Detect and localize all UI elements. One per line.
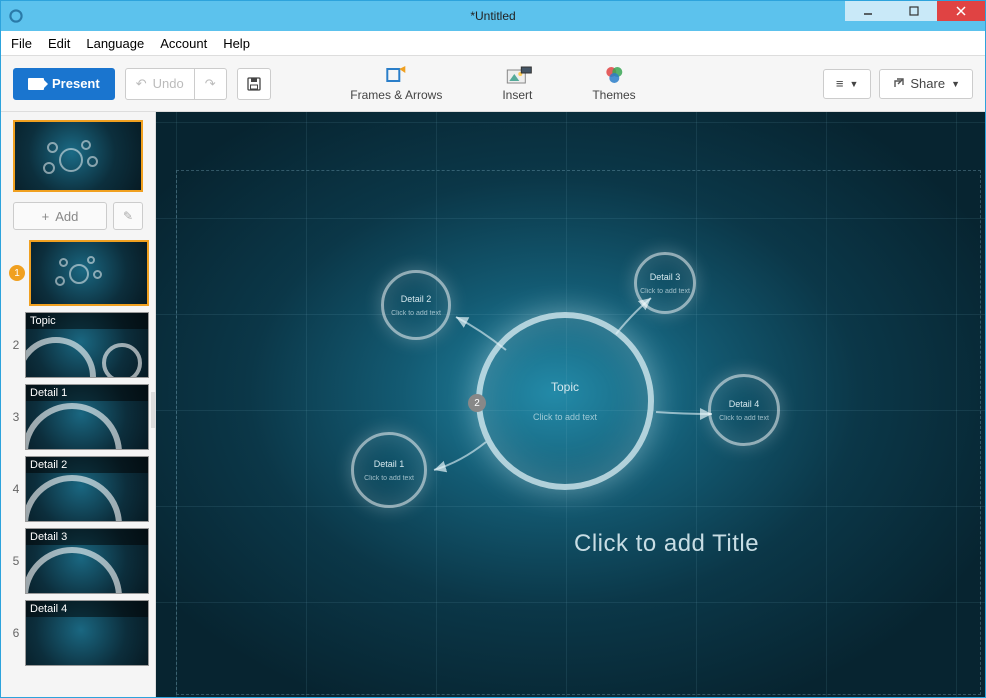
insert-tool[interactable]: Insert [502,65,532,102]
undo-label: Undo [153,76,184,91]
overview-thumbnail[interactable] [13,120,143,192]
minimize-button[interactable] [845,1,891,21]
slide-item-6[interactable]: 6 Detail 4 [1,600,149,666]
detail-bubble-3[interactable]: Detail 3 Click to add text [634,252,696,314]
slide-item-1[interactable]: 1 [1,240,149,306]
chevron-down-icon: ▼ [951,79,960,89]
slide-label: Detail 3 [26,529,148,545]
detail-subtitle[interactable]: Click to add text [391,310,441,317]
menu-account[interactable]: Account [160,36,207,51]
save-button[interactable] [237,68,271,100]
menu-edit[interactable]: Edit [48,36,70,51]
menu-file[interactable]: File [11,36,32,51]
edit-path-button[interactable]: ✎ [113,202,143,230]
insert-icon [506,65,528,85]
detail-bubble-1[interactable]: Detail 1 Click to add text [351,432,427,508]
slide-thumbnail[interactable]: Detail 1 [25,384,149,450]
slide-label: Detail 2 [26,457,148,473]
detail-bubble-2[interactable]: Detail 2 Click to add text [381,270,451,340]
menu-language[interactable]: Language [86,36,144,51]
app-icon [1,9,31,23]
slide-number: 4 [7,482,25,496]
themes-tool[interactable]: Themes [592,65,635,102]
slide-label: Topic [26,313,148,329]
add-slide-button[interactable]: + Add [13,202,107,230]
topic-bubble-main[interactable]: Topic Click to add text [476,312,654,490]
slide-number: 5 [7,554,25,568]
themes-label: Themes [592,88,635,102]
insert-label: Insert [502,88,532,102]
menubar: File Edit Language Account Help [1,31,985,56]
slide-number: 3 [7,410,25,424]
slide-label: Detail 1 [26,385,148,401]
slide-thumbnail[interactable]: Detail 4 [25,600,149,666]
detail-subtitle[interactable]: Click to add text [719,415,769,422]
chevron-down-icon: ▼ [849,79,858,89]
topic-subtitle[interactable]: Click to add text [533,412,597,422]
detail-subtitle[interactable]: Click to add text [364,475,414,482]
present-button[interactable]: Present [13,68,115,100]
undo-arrow-icon: ↶ [136,76,147,92]
titlebar: *Untitled [1,1,985,31]
add-label: Add [55,209,78,224]
plus-icon: + [42,209,50,224]
undo-button[interactable]: ↶ Undo [125,68,195,100]
slide-list[interactable]: 1 2 Topic [1,240,155,697]
slide-item-5[interactable]: 5 Detail 3 [1,528,149,594]
share-label: Share [910,76,945,91]
present-label: Present [52,76,100,91]
detail-title[interactable]: Detail 2 [401,294,432,304]
redo-arrow-icon: ↷ [205,76,216,92]
view-options-button[interactable]: ≡ ▼ [823,69,872,99]
detail-bubble-4[interactable]: Detail 4 Click to add text [708,374,780,446]
slide-thumbnail[interactable] [29,240,149,306]
close-button[interactable] [937,1,985,21]
slide-number: 2 [7,338,25,352]
toolbar: Present ↶ Undo ↷ Frames & Arrows Insert [1,56,985,112]
detail-title[interactable]: Detail 1 [374,459,405,469]
share-button[interactable]: Share ▼ [879,69,973,99]
redo-button[interactable]: ↷ [195,68,227,100]
frames-arrows-tool[interactable]: Frames & Arrows [350,65,442,102]
slide-item-4[interactable]: 4 Detail 2 [1,456,149,522]
frames-icon [385,65,407,85]
title-placeholder[interactable]: Click to add Title [574,530,759,558]
maximize-button[interactable] [891,1,937,21]
window-title: *Untitled [470,9,515,23]
frames-label: Frames & Arrows [350,88,442,102]
pencil-icon: ✎ [123,209,133,223]
slide-item-2[interactable]: 2 Topic [1,312,149,378]
detail-title[interactable]: Detail 3 [650,272,681,282]
slide-label: Detail 4 [26,601,148,617]
slide-thumbnail[interactable]: Topic [25,312,149,378]
slide-item-3[interactable]: 3 Detail 1 [1,384,149,450]
detail-subtitle[interactable]: Click to add text [640,288,690,295]
save-icon [247,77,261,91]
sidebar: + Add ✎ 1 [1,112,156,697]
topic-title[interactable]: Topic [551,380,579,394]
menu-help[interactable]: Help [223,36,250,51]
themes-icon [603,65,625,85]
share-icon [892,78,904,90]
slide-thumbnail[interactable]: Detail 2 [25,456,149,522]
frame-number-badge[interactable]: 2 [468,394,486,412]
detail-title[interactable]: Detail 4 [729,399,760,409]
canvas[interactable]: Topic Click to add text Detail 1 Click t… [156,112,985,697]
slide-number: 1 [9,265,25,281]
hamburger-icon: ≡ [836,76,844,91]
slide-thumbnail[interactable]: Detail 3 [25,528,149,594]
present-icon [28,78,44,90]
slide-number: 6 [7,626,25,640]
